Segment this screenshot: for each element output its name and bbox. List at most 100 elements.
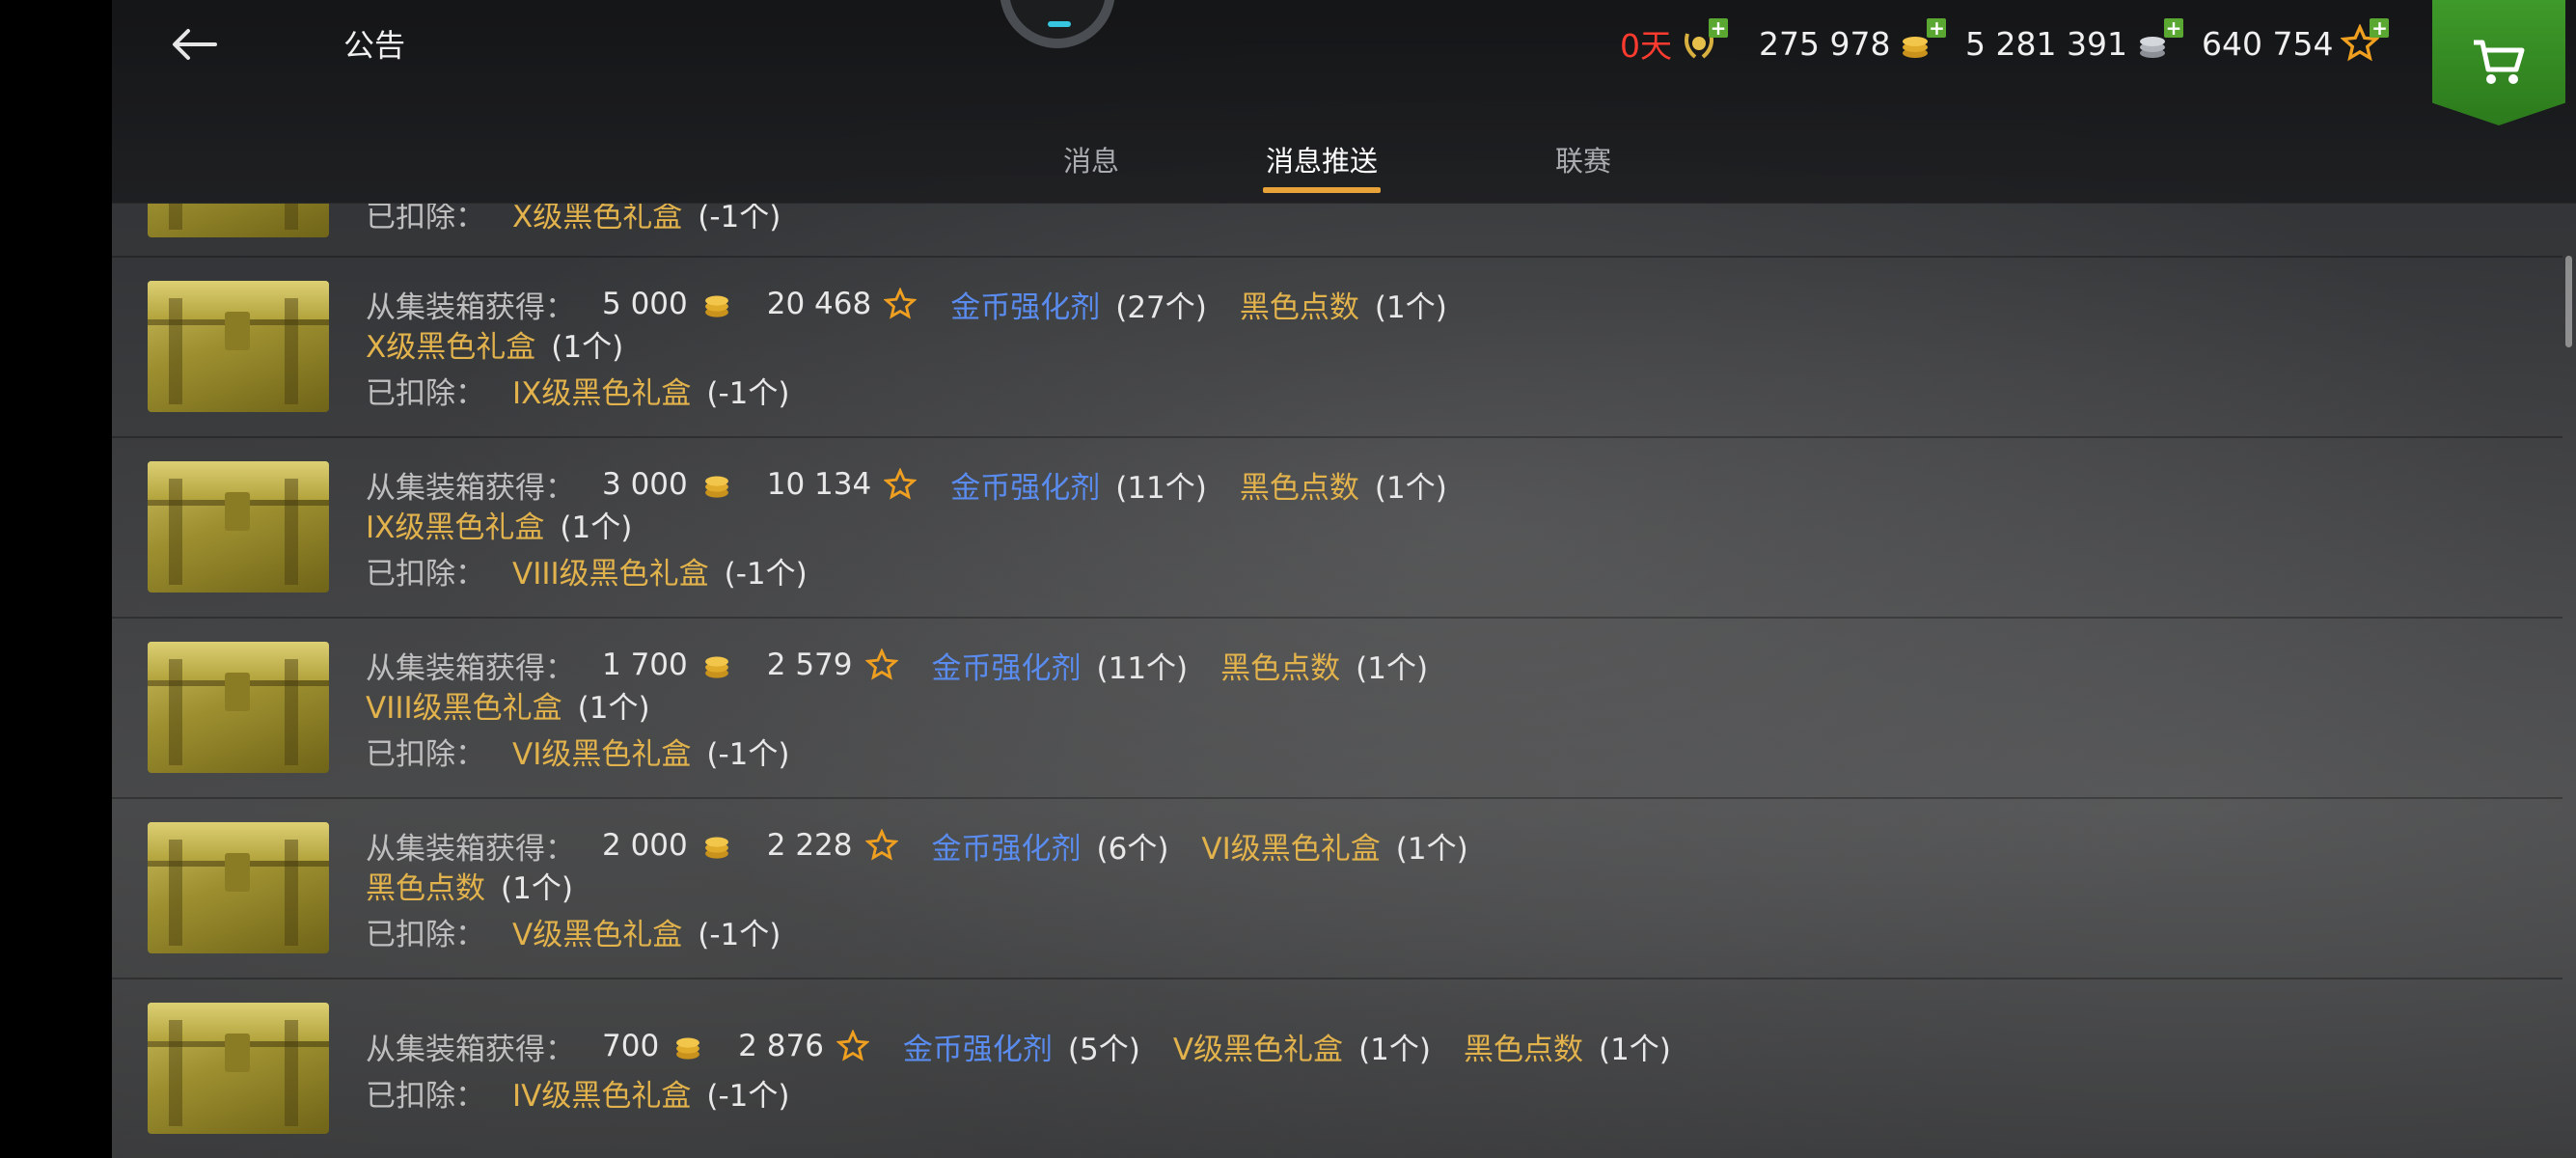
gold-amount: 3 000 (602, 467, 688, 502)
deducted-line: 已扣除： V级黑色礼盒 (-1个) (366, 911, 781, 952)
item-name: 金币强化剂 (902, 1032, 1053, 1067)
deducted-item: VIII级黑色礼盒 (512, 556, 709, 592)
deducted-item: X级黑色礼盒 (512, 203, 683, 234)
obtained-line-2: X级黑色礼盒 (1个) (366, 323, 623, 365)
obtained-line-2: VIII级黑色礼盒 (1个) (366, 684, 650, 726)
list-item: 从集装箱获得： 2 000 2 228 金币强化剂 (6个) VI级黑色礼盒 (… (112, 797, 2562, 979)
premium-days[interactable]: 0天 + (1620, 18, 1728, 68)
gold-amount: 2 000 (602, 828, 688, 863)
star-balance-value: 640 754 (2202, 24, 2334, 63)
add-stars-icon[interactable]: + (2370, 18, 2390, 38)
star-amount: 2 876 (738, 1029, 824, 1063)
container-chest-icon (148, 461, 329, 593)
scrollbar-thumb[interactable] (2565, 256, 2572, 347)
add-silver-icon[interactable]: + (2163, 18, 2183, 38)
item-qty: (1个) (501, 870, 573, 906)
arrow-left-icon (173, 29, 217, 60)
tab-league-label: 联赛 (1554, 145, 1611, 178)
item-qty: (1个) (1395, 831, 1468, 867)
obtained-line-2: IX级黑色礼盒 (1个) (366, 504, 633, 545)
deducted-qty: (-1个) (698, 203, 781, 234)
deducted-line: 已扣除： VI级黑色礼盒 (-1个) (366, 731, 790, 772)
item-name: 金币强化剂 (931, 831, 1082, 867)
deducted-qty: (-1个) (706, 375, 790, 411)
obtained-label: 从集装箱获得： (366, 650, 575, 686)
premium-days-value: 0天 (1620, 27, 1672, 65)
obtained-label: 从集装箱获得： (366, 290, 575, 325)
gold-amount: 700 (602, 1029, 660, 1063)
obtained-line: 从集装箱获得： 700 2 876 金币强化剂 (5个) V级黑色礼盒 (1个)… (366, 1026, 1671, 1067)
obtained-label: 从集装箱获得： (366, 831, 575, 867)
item-qty: (1个) (1374, 470, 1447, 506)
star-icon (864, 648, 899, 682)
item-name: VIII级黑色礼盒 (366, 690, 562, 726)
item-name: 黑色点数 (366, 870, 485, 906)
obtained-label: 从集装箱获得： (366, 470, 575, 506)
item-name: 金币强化剂 (950, 470, 1101, 506)
list-item: 从集装箱获得： 5 000 20 468 金币强化剂 (27个) 黑色点数 (1… (112, 256, 2562, 438)
silver-balance[interactable]: 5 281 391 + (1965, 18, 2183, 68)
add-gold-icon[interactable]: + (1927, 18, 1947, 38)
star-icon (836, 1029, 870, 1063)
deducted-line: 已扣除： VIII级黑色礼盒 (-1个) (366, 550, 808, 592)
deducted-qty: (-1个) (706, 736, 790, 772)
list-item-partial: 已扣除： X级黑色礼盒 (-1个) (112, 203, 2562, 258)
star-amount: 2 228 (766, 828, 853, 863)
item-qty: (1个) (560, 510, 633, 545)
list-item: 从集装箱获得： 700 2 876 金币强化剂 (5个) V级黑色礼盒 (1个)… (112, 978, 2562, 1158)
deducted-item: VI级黑色礼盒 (512, 736, 692, 772)
item-qty: (1个) (1356, 650, 1429, 686)
item-qty: (11个) (1115, 470, 1207, 506)
item-qty: (1个) (1358, 1032, 1431, 1067)
deducted-line: 已扣除： IX级黑色礼盒 (-1个) (366, 370, 790, 411)
gold-coins-icon: + (1898, 18, 1947, 63)
message-list[interactable]: 已扣除： X级黑色礼盒 (-1个) 从集装箱获得： 5 000 20 468 金… (112, 203, 2562, 1158)
deducted-label: 已扣除： (366, 203, 485, 234)
tab-messages[interactable]: 消息 (1048, 139, 1135, 193)
deducted-line: 已扣除： X级黑色礼盒 (-1个) (366, 203, 781, 234)
cart-icon (2474, 40, 2525, 84)
star-amount: 2 579 (766, 648, 853, 682)
obtained-line: 从集装箱获得： 1 700 2 579 金币强化剂 (11个) 黑色点数 (1个… (366, 645, 1429, 686)
tab-push-messages-label: 消息推送 (1265, 145, 1378, 178)
silver-coins-icon: + (2135, 18, 2183, 63)
item-name: VI级黑色礼盒 (1201, 831, 1381, 867)
add-premium-icon[interactable]: + (1709, 18, 1728, 38)
item-name: IX级黑色礼盒 (366, 510, 545, 545)
back-button[interactable] (160, 15, 228, 73)
item-name: 黑色点数 (1239, 290, 1359, 325)
item-name: X级黑色礼盒 (366, 329, 536, 365)
silver-balance-value: 5 281 391 (1965, 24, 2127, 63)
star-icon (883, 287, 918, 321)
list-item: 从集装箱获得： 3 000 10 134 金币强化剂 (11个) 黑色点数 (1… (112, 436, 2562, 619)
container-chest-icon (148, 203, 329, 237)
obtained-line-2: 黑色点数 (1个) (366, 865, 573, 906)
deducted-item: IV级黑色礼盒 (512, 1078, 692, 1114)
tab-bar: 消息 消息推送 联赛 (112, 135, 2576, 203)
gold-coins-icon (699, 467, 734, 502)
item-qty: (5个) (1067, 1032, 1140, 1067)
deducted-item: IX级黑色礼盒 (512, 375, 692, 411)
item-qty: (6个) (1096, 831, 1169, 867)
gold-coins-icon (699, 828, 734, 863)
item-name: 黑色点数 (1239, 470, 1359, 506)
star-balance[interactable]: 640 754 + (2202, 18, 2390, 68)
item-qty: (27个) (1115, 290, 1207, 325)
obtained-line: 从集装箱获得： 2 000 2 228 金币强化剂 (6个) VI级黑色礼盒 (… (366, 825, 1468, 867)
container-chest-icon (148, 281, 329, 412)
header: 公告 0天 + 275 978 + 5 281 391 + 640 754 + … (112, 0, 2576, 204)
gold-coins-icon (699, 287, 734, 321)
tab-league[interactable]: 联赛 (1540, 139, 1627, 193)
container-chest-icon (148, 822, 329, 953)
gold-coins-icon (699, 648, 734, 682)
tab-push-messages[interactable]: 消息推送 (1263, 139, 1381, 193)
item-qty: (1个) (1598, 1032, 1671, 1067)
list-item: 从集装箱获得： 1 700 2 579 金币强化剂 (11个) 黑色点数 (1个… (112, 617, 2562, 799)
shop-cart-button[interactable] (2432, 0, 2565, 125)
deducted-item: V级黑色礼盒 (512, 917, 683, 952)
deducted-line: 已扣除： IV级黑色礼盒 (-1个) (366, 1072, 789, 1114)
gold-balance[interactable]: 275 978 + (1759, 18, 1947, 68)
app-window: 公告 0天 + 275 978 + 5 281 391 + 640 754 + … (112, 0, 2576, 1158)
tab-messages-label: 消息 (1062, 145, 1119, 178)
premium-laurel-icon: + (1680, 18, 1728, 63)
